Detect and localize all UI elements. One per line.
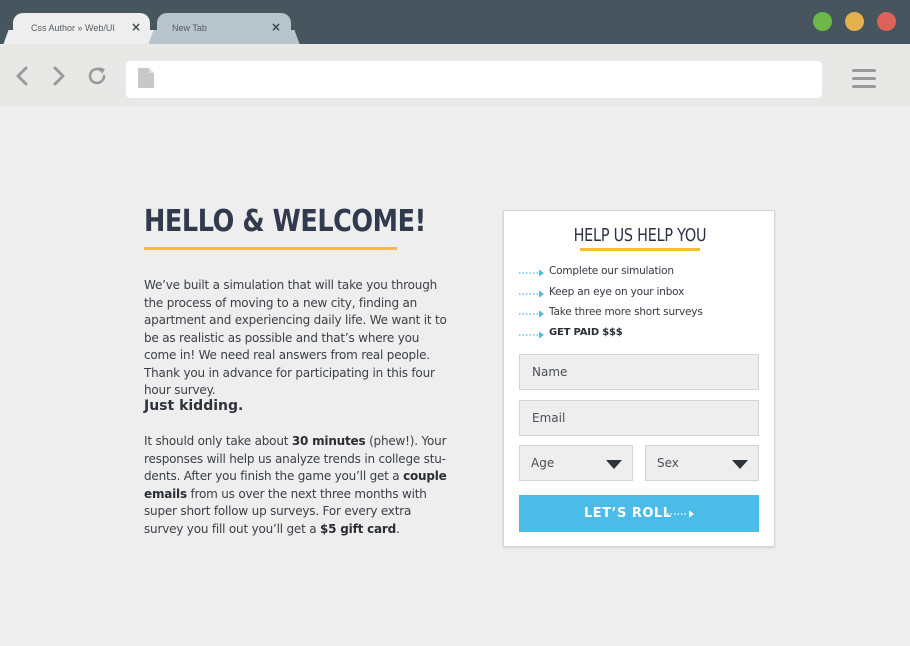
step-text: Complete our simulation — [549, 265, 674, 277]
tab-label: New Tab — [172, 23, 207, 33]
lets-roll-button[interactable]: LET’S ROLL — [519, 495, 759, 532]
step-text: GET PAID $$$ — [549, 326, 623, 338]
step-text: Keep an eye on your inbox — [549, 285, 685, 298]
age-select-label: Age — [531, 456, 555, 470]
hamburger-menu-icon[interactable] — [852, 69, 876, 89]
sex-select[interactable]: Sex — [645, 445, 759, 481]
name-field[interactable] — [520, 355, 758, 389]
subheading: Just kidding. — [144, 398, 244, 414]
maximize-button[interactable] — [813, 12, 832, 31]
tab-label: Css Author » Web/UI — [31, 23, 115, 33]
card-title: HELP US HELP YOU — [573, 225, 707, 246]
dotted-arrow-icon — [667, 510, 694, 518]
dotted-arrow-icon — [519, 269, 544, 277]
sex-select-label: Sex — [657, 456, 679, 470]
chevron-right-icon[interactable] — [47, 65, 69, 87]
list-item: Take three more short surveys — [519, 306, 764, 327]
browser-toolbar — [0, 44, 910, 106]
list-item: Keep an eye on your inbox — [519, 286, 764, 307]
browser-window: Css Author » Web/UI × New Tab × HELLO & … — [0, 0, 910, 646]
caret-down-icon — [732, 460, 748, 469]
tab-new-tab[interactable]: New Tab × — [157, 13, 291, 44]
reload-icon[interactable] — [86, 65, 108, 87]
step-text: Take three more short surveys — [549, 306, 703, 318]
tab-close-icon[interactable]: × — [271, 20, 281, 34]
name-field-wrapper — [519, 354, 759, 390]
chevron-left-icon[interactable] — [12, 65, 34, 87]
title-underline — [144, 247, 397, 250]
signup-card: HELP US HELP YOU Complete our simulation… — [503, 210, 775, 547]
age-select[interactable]: Age — [519, 445, 633, 481]
page-icon — [138, 68, 154, 88]
submit-label: LET’S ROLL — [584, 506, 672, 521]
intro-paragraph: We’ve built a simulation that will take … — [144, 278, 447, 397]
close-window-button[interactable] — [877, 12, 896, 31]
email-field-wrapper — [519, 400, 759, 436]
page-content: HELLO & WELCOME! We’ve built a simulatio… — [0, 106, 910, 646]
list-item: Complete our simulation — [519, 265, 764, 286]
dotted-arrow-icon — [519, 331, 544, 338]
minimize-button[interactable] — [845, 12, 864, 31]
email-field[interactable] — [520, 401, 758, 435]
title-bar: Css Author » Web/UI × New Tab × — [0, 0, 910, 44]
caret-down-icon — [606, 460, 622, 469]
page-title: HELLO & WELCOME! — [144, 204, 426, 239]
dotted-arrow-icon — [519, 310, 544, 318]
dotted-arrow-icon — [519, 290, 544, 297]
steps-list: Complete our simulation Keep an eye on y… — [519, 265, 764, 347]
detail-paragraph: It should only take about 30 minutes (ph… — [144, 434, 447, 536]
card-title-underline — [580, 248, 700, 251]
address-bar[interactable] — [126, 61, 822, 98]
list-item: GET PAID $$$ — [519, 327, 764, 348]
tab-css-author[interactable]: Css Author » Web/UI × — [13, 13, 150, 44]
tab-close-icon[interactable]: × — [131, 20, 141, 34]
